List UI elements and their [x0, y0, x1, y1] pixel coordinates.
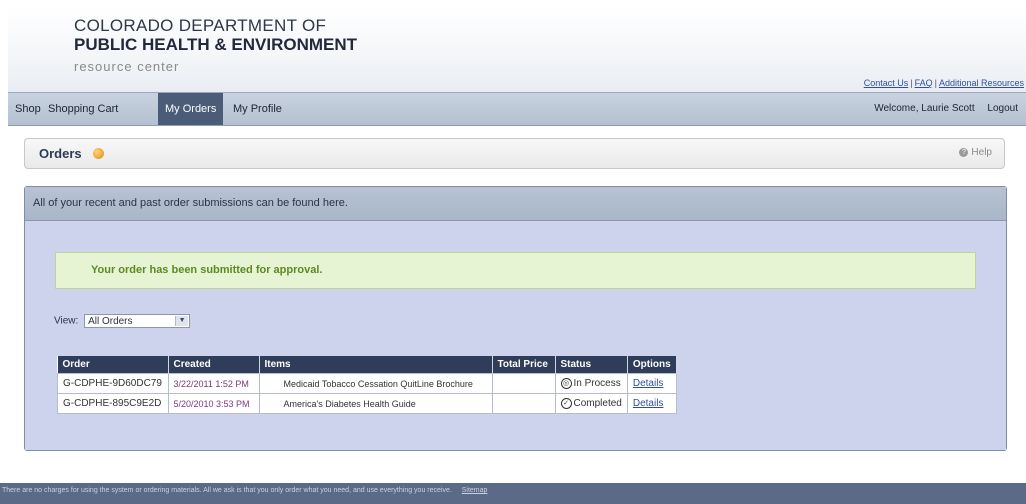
contact-us-link[interactable]: Contact Us: [864, 78, 909, 88]
col-items: Items: [259, 356, 493, 374]
logo-line-2: PUBLIC HEALTH & ENVIRONMENT: [74, 35, 358, 54]
table-header-row: Order Created Items Total Price Status O…: [57, 356, 677, 374]
in-process-icon: ◎: [560, 377, 572, 389]
orders-panel: All of your recent and past order submis…: [24, 186, 1007, 451]
nav-item-my-orders[interactable]: My Orders: [158, 93, 224, 125]
view-filter: View: All Orders ▼: [54, 314, 191, 328]
details-link[interactable]: Details: [633, 398, 664, 409]
main-nav: Shop Shopping Cart My Orders My Profile …: [8, 92, 1026, 126]
faq-link[interactable]: FAQ: [915, 78, 933, 88]
table-row: G-CDPHE-9D60DC79 3/22/2011 1:52 PM Medic…: [57, 373, 677, 394]
site-footer: There are no charges for using the syste…: [0, 483, 1026, 504]
status-text: Completed: [573, 398, 622, 410]
additional-resources-link[interactable]: Additional Resources: [939, 78, 1024, 88]
nav-item-shop[interactable]: Shop: [15, 93, 41, 125]
order-status: ✓ Completed: [554, 393, 628, 414]
link-separator: |: [910, 78, 913, 88]
chevron-down-icon: ▼: [175, 316, 189, 326]
sitemap-link[interactable]: Sitemap: [462, 487, 488, 494]
order-id: G-CDPHE-9D60DC79: [57, 373, 169, 394]
welcome-text: Welcome, Laurie Scott: [874, 103, 975, 114]
panel-heading: All of your recent and past order submis…: [25, 187, 1006, 221]
page-title: Orders: [39, 146, 82, 161]
order-created: 5/20/2010 3:53 PM: [167, 393, 260, 414]
view-label: View:: [54, 315, 79, 327]
order-total: [491, 373, 556, 394]
logout-link[interactable]: Logout: [987, 103, 1018, 114]
site-header: COLORADO DEPARTMENT OF PUBLIC HEALTH & E…: [8, 6, 1026, 92]
col-status: Status: [555, 356, 628, 374]
logo-line-3: resource center: [74, 59, 180, 74]
help-label: Help: [971, 147, 992, 158]
view-select[interactable]: All Orders ▼: [84, 314, 191, 328]
link-separator: |: [934, 78, 937, 88]
orders-icon: [93, 148, 104, 159]
nav-user-area: Welcome, Laurie Scott Logout: [864, 93, 1018, 125]
order-created: 3/22/2011 1:52 PM: [167, 373, 260, 394]
footer-text: There are no charges for using the syste…: [2, 487, 452, 494]
nav-item-shopping-cart[interactable]: Shopping Cart: [48, 93, 118, 125]
details-link[interactable]: Details: [633, 378, 664, 389]
order-total: [491, 393, 556, 414]
help-button[interactable]: ? Help: [959, 147, 992, 158]
order-options: Details: [626, 373, 677, 394]
col-order: Order: [57, 356, 169, 374]
table-row: G-CDPHE-895C9E2D 5/20/2010 3:53 PM Ameri…: [57, 393, 677, 414]
col-options: Options: [627, 356, 677, 374]
nav-item-my-profile[interactable]: My Profile: [233, 93, 282, 125]
col-total-price: Total Price: [492, 356, 556, 374]
order-items: America's Diabetes Health Guide: [258, 393, 493, 414]
order-items: Medicaid Tobacco Cessation QuitLine Broc…: [258, 373, 493, 394]
site-logo[interactable]: COLORADO DEPARTMENT OF PUBLIC HEALTH & E…: [74, 16, 357, 74]
header-links: Contact Us | FAQ | Additional Resources: [864, 78, 1024, 88]
order-id: G-CDPHE-895C9E2D: [57, 393, 169, 414]
panel-body: Your order has been submitted for approv…: [25, 221, 1006, 450]
orders-table: Order Created Items Total Price Status O…: [57, 356, 677, 414]
order-options: Details: [626, 393, 677, 414]
view-selected-value: All Orders: [88, 316, 133, 327]
status-text: In Process: [573, 378, 621, 390]
success-message: Your order has been submitted for approv…: [55, 252, 976, 289]
help-icon: ?: [959, 147, 969, 157]
completed-check-icon: ✓: [560, 397, 572, 409]
col-created: Created: [168, 356, 260, 374]
orders-title-bar: Orders ? Help: [24, 138, 1005, 169]
logo-line-1: COLORADO DEPARTMENT OF: [74, 16, 327, 35]
order-status: ◎ In Process: [554, 373, 628, 394]
